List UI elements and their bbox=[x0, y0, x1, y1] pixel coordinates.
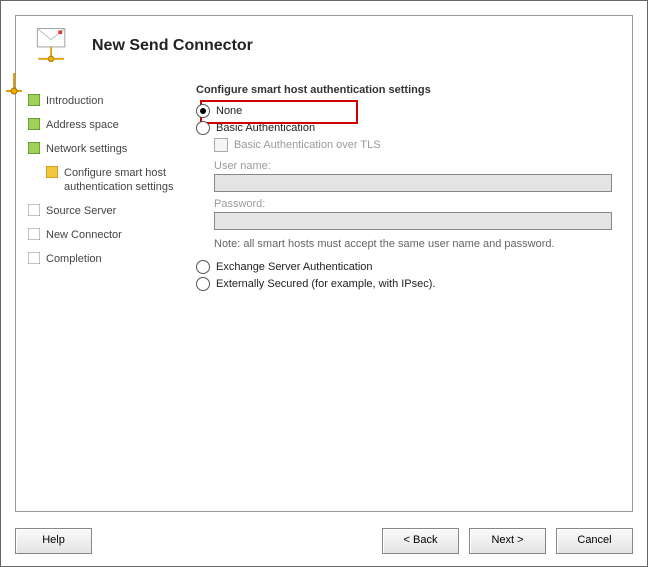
step-source-server[interactable]: Source Server bbox=[28, 204, 184, 218]
password-input bbox=[214, 212, 612, 230]
wizard-panel: New Send Connector Introduction bbox=[15, 15, 633, 512]
password-label: Password: bbox=[214, 198, 614, 210]
username-input bbox=[214, 174, 612, 192]
button-bar: Help < Back Next > Cancel bbox=[15, 528, 633, 554]
mail-connector-icon bbox=[28, 22, 76, 70]
radio-input-basic[interactable] bbox=[196, 121, 210, 135]
wizard-header: New Send Connector bbox=[16, 16, 632, 76]
step-address-space[interactable]: Address space bbox=[28, 118, 184, 132]
username-label: User name: bbox=[214, 160, 614, 172]
step-done-icon bbox=[28, 94, 40, 106]
back-button[interactable]: < Back bbox=[382, 528, 459, 554]
wizard-body: Introduction Address space Network setti… bbox=[16, 76, 632, 511]
wizard-title: New Send Connector bbox=[92, 37, 253, 55]
step-new-connector[interactable]: New Connector bbox=[28, 228, 184, 242]
password-block: Password: bbox=[214, 198, 614, 230]
smarthost-note: Note: all smart hosts must accept the sa… bbox=[214, 238, 612, 250]
username-block: User name: bbox=[214, 160, 614, 192]
step-pending-icon bbox=[28, 228, 40, 240]
wizard-dialog: New Send Connector Introduction bbox=[0, 0, 648, 567]
radio-input-exchange[interactable] bbox=[196, 260, 210, 274]
connector-glyph-icon bbox=[4, 69, 30, 95]
checkbox-input-tls bbox=[214, 138, 228, 152]
radio-input-external[interactable] bbox=[196, 277, 210, 291]
step-completion[interactable]: Completion bbox=[28, 252, 184, 266]
next-button[interactable]: Next > bbox=[469, 528, 546, 554]
page-heading: Configure smart host authentication sett… bbox=[196, 84, 614, 96]
step-introduction[interactable]: Introduction bbox=[28, 94, 184, 108]
radio-none[interactable]: None bbox=[196, 104, 614, 118]
radio-external-secured[interactable]: Externally Secured (for example, with IP… bbox=[196, 277, 614, 291]
step-list: Introduction Address space Network setti… bbox=[28, 94, 184, 266]
step-auth-settings[interactable]: Configure smart host authentication sett… bbox=[46, 166, 184, 194]
steps-sidebar: Introduction Address space Network setti… bbox=[16, 76, 188, 511]
step-network-settings[interactable]: Network settings bbox=[28, 142, 184, 156]
radio-none-wrap: None bbox=[196, 104, 614, 118]
step-current-icon bbox=[46, 166, 58, 178]
cancel-button[interactable]: Cancel bbox=[556, 528, 633, 554]
radio-input-none[interactable] bbox=[196, 104, 210, 118]
main-content: Configure smart host authentication sett… bbox=[188, 76, 632, 511]
radio-basic-auth[interactable]: Basic Authentication bbox=[196, 121, 614, 135]
step-done-icon bbox=[28, 118, 40, 130]
step-pending-icon bbox=[28, 252, 40, 264]
radio-exchange-auth[interactable]: Exchange Server Authentication bbox=[196, 260, 614, 274]
help-button[interactable]: Help bbox=[15, 528, 92, 554]
checkbox-basic-tls: Basic Authentication over TLS bbox=[214, 138, 614, 152]
step-done-icon bbox=[28, 142, 40, 154]
step-pending-icon bbox=[28, 204, 40, 216]
